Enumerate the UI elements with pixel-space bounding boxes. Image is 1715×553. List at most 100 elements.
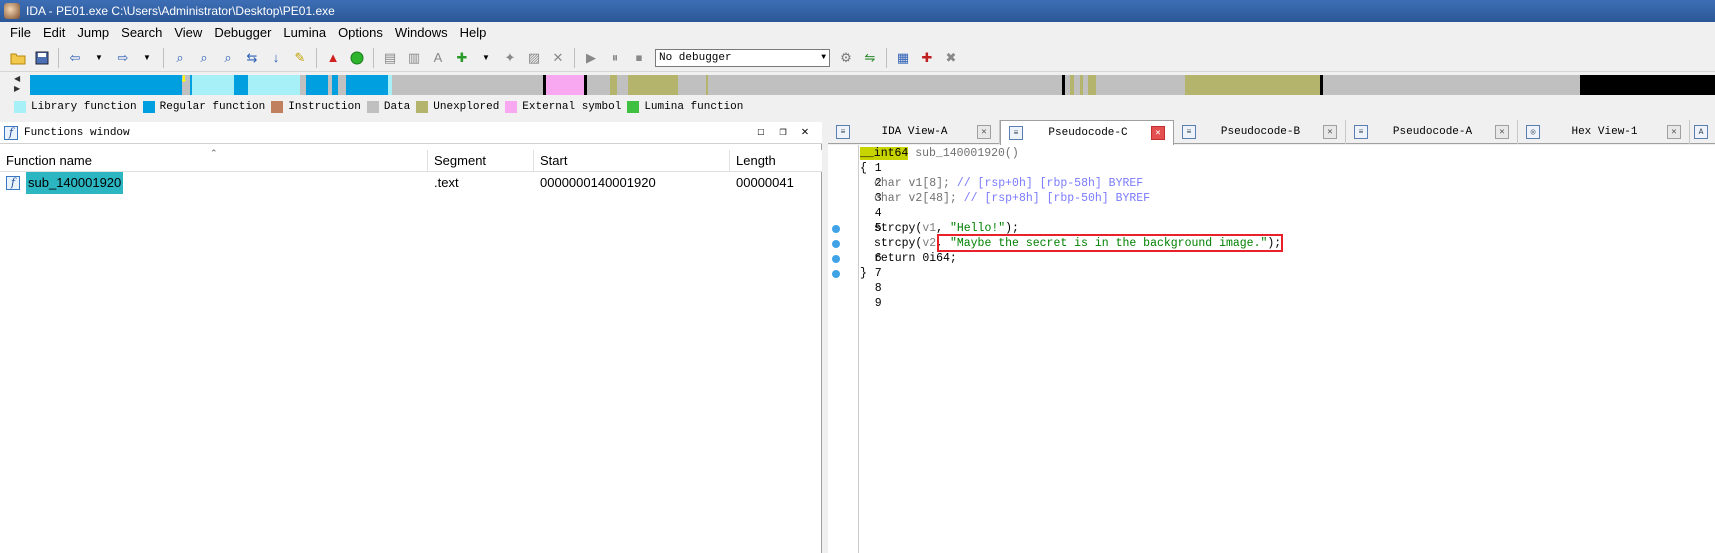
chevron-down-icon[interactable]: ▼ bbox=[89, 48, 109, 68]
make-string-icon[interactable]: A bbox=[428, 48, 448, 68]
undefine-icon[interactable]: ✦ bbox=[500, 48, 520, 68]
column-length[interactable]: Length bbox=[730, 150, 822, 172]
variable-v2[interactable]: v2 bbox=[909, 192, 923, 205]
breakpoint-dot-icon[interactable] bbox=[832, 240, 840, 248]
jump-address-icon[interactable]: ⇆ bbox=[242, 48, 262, 68]
menu-file[interactable]: File bbox=[4, 23, 37, 43]
pseudocode-view-icon: ≡ bbox=[1009, 126, 1023, 140]
menu-jump[interactable]: Jump bbox=[71, 23, 115, 43]
tab-pseudocode-b[interactable]: ≡ Pseudocode-B ✕ bbox=[1174, 120, 1346, 144]
code-line-3[interactable]: 3 char v1[8]; // [rsp+0h] [rbp-58h] BYRE… bbox=[828, 176, 1143, 205]
code-line-1[interactable]: 1 __int64 sub_140001920() bbox=[828, 146, 1019, 175]
legend-data: Data bbox=[366, 101, 410, 113]
debugger-select-value: No debugger bbox=[659, 51, 732, 64]
toolbar-separator bbox=[316, 47, 317, 68]
binoculars-immediate-icon[interactable]: ⌕ bbox=[218, 48, 238, 68]
code-line-6[interactable]: 6 strcpy(v1, "Hello!"); bbox=[828, 221, 1019, 265]
close-icon[interactable]: ✕ bbox=[1667, 125, 1681, 139]
save-icon[interactable] bbox=[32, 48, 52, 68]
variable-v1[interactable]: v1 bbox=[909, 177, 923, 190]
open-folder-icon[interactable] bbox=[8, 48, 28, 68]
pause-icon[interactable]: ⏸ bbox=[605, 48, 625, 68]
code-line-7[interactable]: 7 strcpy(v2, "Maybe the secret is in the… bbox=[828, 236, 1281, 280]
binoculars-text-icon[interactable]: ⌕ bbox=[170, 48, 190, 68]
legend-regular-function: Regular function bbox=[142, 101, 265, 113]
menu-lumina[interactable]: Lumina bbox=[277, 23, 332, 43]
pseudocode-view-icon: ≡ bbox=[1182, 125, 1196, 139]
menu-help[interactable]: Help bbox=[454, 23, 493, 43]
function-icon: f bbox=[4, 125, 18, 140]
stop-icon[interactable]: ⏹ bbox=[629, 48, 649, 68]
breakpoint-dot-icon[interactable] bbox=[832, 225, 840, 233]
menu-windows[interactable]: Windows bbox=[389, 23, 454, 43]
code-line-8[interactable]: 8 return 0i64; bbox=[828, 251, 957, 295]
close-icon[interactable]: ✕ bbox=[1495, 125, 1509, 139]
patch-icon[interactable]: ▨ bbox=[524, 48, 544, 68]
forward-arrow-icon[interactable]: ⇨ bbox=[113, 48, 133, 68]
add-struct-icon[interactable]: ✚ bbox=[452, 48, 472, 68]
chevron-down-icon[interactable]: ▼ bbox=[476, 48, 496, 68]
green-circle-icon[interactable] bbox=[347, 48, 367, 68]
code-line-9[interactable]: 9 } bbox=[828, 266, 884, 310]
tab-pseudocode-c[interactable]: ≡ Pseudocode-C ✕ bbox=[1000, 120, 1174, 145]
tab-ida-view-a[interactable]: ≡ IDA View-A ✕ bbox=[828, 120, 1000, 144]
function-signature[interactable]: sub_140001920() bbox=[915, 147, 1019, 160]
strcpy-call[interactable]: strcpy( bbox=[874, 222, 922, 235]
column-segment[interactable]: Segment bbox=[428, 150, 534, 172]
switch-debugger-icon[interactable]: ⇋ bbox=[860, 48, 880, 68]
close-icon[interactable]: ✕ bbox=[794, 124, 816, 139]
debugger-select[interactable]: No debugger ▼ bbox=[655, 48, 830, 67]
start-cell: 0000000140001920 bbox=[540, 175, 656, 190]
breakpoint-dot-icon[interactable] bbox=[832, 270, 840, 278]
maximize-icon[interactable]: ☐ bbox=[750, 124, 772, 139]
warning-graph-icon[interactable]: ▲ bbox=[323, 48, 343, 68]
make-code-icon[interactable]: ▤ bbox=[380, 48, 400, 68]
pseudocode-view[interactable]: 1 __int64 sub_140001920() 2 { 3 char v1[… bbox=[828, 145, 1715, 553]
function-name-cell[interactable]: sub_140001920 bbox=[26, 172, 124, 194]
menu-debugger[interactable]: Debugger bbox=[208, 23, 277, 43]
close-icon[interactable]: ✕ bbox=[1151, 126, 1165, 140]
stack-comment: // [rsp+8h] [rbp-50h] BYREF bbox=[963, 192, 1151, 205]
binoculars-binary-icon[interactable]: ⌕ bbox=[194, 48, 214, 68]
navigation-band-area: ◀ ▶ ⬇ bbox=[0, 72, 1715, 96]
close-icon[interactable]: ✕ bbox=[1323, 125, 1337, 139]
navigation-band[interactable]: ⬇ bbox=[30, 75, 1715, 95]
restore-icon[interactable]: ❐ bbox=[772, 124, 794, 139]
delete-breakpoint-icon[interactable]: ✖ bbox=[941, 48, 961, 68]
code-line-5[interactable]: 5 bbox=[828, 206, 884, 235]
menu-view[interactable]: View bbox=[168, 23, 208, 43]
make-data-icon[interactable]: ▥ bbox=[404, 48, 424, 68]
strcpy-call[interactable]: strcpy( bbox=[874, 237, 922, 250]
tab-pseudocode-a[interactable]: ≡ Pseudocode-A ✕ bbox=[1346, 120, 1518, 144]
stack-comment: // [rsp+0h] [rbp-58h] BYREF bbox=[956, 177, 1144, 190]
menu-edit[interactable]: Edit bbox=[37, 23, 71, 43]
view-tabs: ≡ IDA View-A ✕ ≡ Pseudocode-C ✕ ≡ Pseudo… bbox=[828, 120, 1715, 145]
add-breakpoint-icon[interactable]: ✚ bbox=[917, 48, 937, 68]
jump-down-icon[interactable]: ↓ bbox=[266, 48, 286, 68]
back-arrow-icon[interactable]: ⇦ bbox=[65, 48, 85, 68]
structures-view-icon: A bbox=[1694, 125, 1708, 139]
nav-scroll-arrows[interactable]: ◀ ▶ bbox=[14, 74, 26, 94]
tab-overflow[interactable]: A bbox=[1690, 120, 1715, 144]
length-cell: 00000041 bbox=[736, 175, 794, 190]
function-icon: f bbox=[6, 176, 20, 190]
close-x-icon[interactable]: ✕ bbox=[548, 48, 568, 68]
menu-bar: File Edit Jump Search View Debugger Lumi… bbox=[0, 22, 1715, 44]
menu-search[interactable]: Search bbox=[115, 23, 168, 43]
code-line-4[interactable]: 4 char v2[48]; // [rsp+8h] [rbp-50h] BYR… bbox=[828, 191, 1150, 220]
close-icon[interactable]: ✕ bbox=[977, 125, 991, 139]
breakpoint-list-icon[interactable]: ▦ bbox=[893, 48, 913, 68]
highlight-icon[interactable]: ✎ bbox=[290, 48, 310, 68]
column-start[interactable]: Start bbox=[534, 150, 730, 172]
table-row[interactable]: f sub_140001920 .text 0000000140001920 0… bbox=[0, 172, 822, 194]
toolbar-separator bbox=[886, 47, 887, 68]
breakpoint-dot-icon[interactable] bbox=[832, 255, 840, 263]
functions-window-header: f Functions window ☐ ❐ ✕ bbox=[0, 122, 822, 144]
code-line-2[interactable]: 2 { bbox=[828, 161, 884, 190]
chevron-down-icon[interactable]: ▼ bbox=[137, 48, 157, 68]
attach-process-icon[interactable]: ⚙ bbox=[836, 48, 856, 68]
return-type[interactable]: __int64 bbox=[860, 147, 909, 160]
menu-options[interactable]: Options bbox=[332, 23, 389, 43]
play-icon[interactable]: ▶ bbox=[581, 48, 601, 68]
tab-hex-view-1[interactable]: ◎ Hex View-1 ✕ bbox=[1518, 120, 1690, 144]
